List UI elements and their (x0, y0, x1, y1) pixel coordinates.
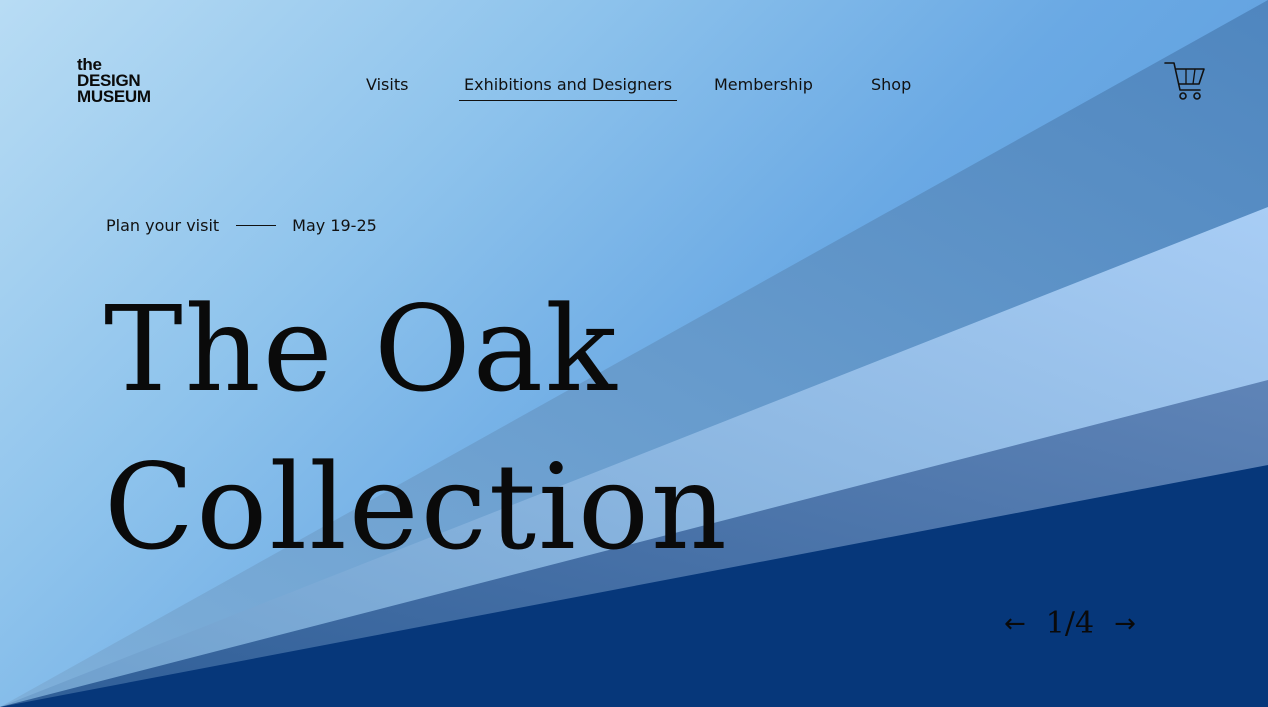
hero-page: the DESIGN MUSEUM Visits Exhibitions and… (0, 0, 1268, 707)
nav-item-membership[interactable]: Membership (714, 75, 813, 94)
prev-arrow-icon[interactable]: ← (1004, 604, 1026, 644)
title-line-2: Collection (104, 438, 729, 576)
next-arrow-icon[interactable]: → (1114, 604, 1136, 644)
exhibition-dates: May 19-25 (292, 216, 377, 235)
main-nav: Visits Exhibitions and Designers Members… (0, 75, 1268, 105)
divider-line (236, 225, 277, 226)
cart-icon (1164, 62, 1205, 100)
exhibition-title: The Oak Collection (104, 270, 729, 586)
plan-visit-link[interactable]: Plan your visit (106, 216, 219, 235)
cart-button[interactable] (1162, 60, 1208, 104)
nav-item-exhibitions[interactable]: Exhibitions and Designers (459, 75, 678, 101)
nav-item-visits[interactable]: Visits (366, 75, 408, 94)
nav-item-shop[interactable]: Shop (871, 75, 911, 94)
slide-pager: ← 1/4 → (1004, 604, 1136, 644)
visit-info: Plan your visit May 19-25 (106, 216, 377, 235)
title-line-1: The Oak (104, 280, 619, 418)
slide-counter: 1/4 (1045, 606, 1095, 641)
